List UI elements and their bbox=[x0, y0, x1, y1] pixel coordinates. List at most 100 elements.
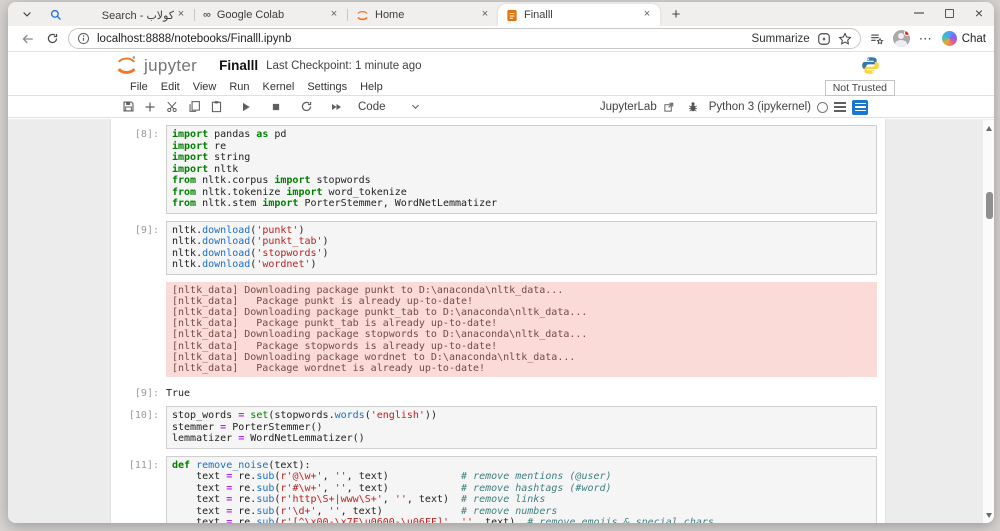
profile-avatar[interactable] bbox=[893, 30, 910, 47]
copilot-icon bbox=[942, 31, 957, 46]
cell-prompt: [10]: bbox=[111, 406, 166, 449]
tab-close-icon[interactable]: × bbox=[640, 8, 654, 22]
code-line: text = re.sub(r'#\w+', '', text) # remov… bbox=[172, 483, 871, 495]
restart-run-all-button[interactable] bbox=[326, 98, 346, 116]
copy-cell-button[interactable] bbox=[184, 98, 204, 116]
code-cell: [10]: stop_words = set(stopwords.words('e… bbox=[111, 406, 885, 449]
interrupt-kernel-button[interactable] bbox=[266, 98, 286, 116]
url-bar[interactable]: localhost:8888/notebooks/Finalll.ipynb S… bbox=[68, 28, 861, 49]
stderr-output: [nltk_data] Downloading package punkt to… bbox=[166, 282, 877, 378]
code-line: nltk.download('stopwords') bbox=[172, 248, 871, 260]
restart-kernel-button[interactable] bbox=[296, 98, 316, 116]
browser-tab-colab[interactable]: ∞ Google Colab × bbox=[195, 4, 347, 26]
tab-close-icon[interactable]: × bbox=[327, 8, 341, 22]
jupyterlab-link[interactable]: JupyterLab bbox=[600, 101, 657, 113]
code-line: nltk.download('wordnet') bbox=[172, 259, 871, 271]
refresh-icon[interactable] bbox=[40, 28, 64, 50]
copilot-chat-button[interactable]: Chat bbox=[942, 31, 986, 46]
minimize-button[interactable] bbox=[904, 2, 934, 24]
stderr-line: [nltk_data] Package punkt_tab is already… bbox=[172, 318, 871, 329]
cell-type-dropdown[interactable]: Code bbox=[358, 101, 386, 113]
browser-menu-icon[interactable]: ⋯ bbox=[919, 31, 933, 47]
scrollbar-down-icon[interactable] bbox=[983, 509, 994, 521]
browser-tab-search[interactable]: Search - كولاب × bbox=[42, 4, 194, 26]
save-button[interactable] bbox=[118, 98, 138, 116]
checkpoint-status: Last Checkpoint: 1 minute ago bbox=[266, 60, 421, 72]
virtual-scrollbar-toggle-icon[interactable] bbox=[852, 100, 868, 115]
summarize-button[interactable]: Summarize bbox=[752, 33, 810, 45]
menu-edit[interactable]: Edit bbox=[161, 81, 180, 93]
notebook-cells: [8]:import pandas as pdimport reimport s… bbox=[110, 119, 886, 523]
tab-title: Finalll bbox=[524, 9, 640, 21]
code-line: stop_words = set(stopwords.words('englis… bbox=[172, 410, 871, 422]
maximize-button[interactable] bbox=[934, 2, 964, 24]
cell-prompt: [9]: bbox=[111, 384, 166, 399]
search-icon bbox=[50, 9, 62, 21]
code-cell: [11]:def remove_noise(text): text = re.s… bbox=[111, 456, 885, 523]
tab-strip: Search - كولاب × ∞ Google Colab × Home ×… bbox=[8, 2, 994, 26]
jupyter-wordmark: jupyter bbox=[144, 56, 197, 76]
tab-title: Google Colab bbox=[217, 9, 327, 21]
notebook-title[interactable]: Finalll bbox=[219, 58, 258, 73]
url-text: localhost:8888/notebooks/Finalll.ipynb bbox=[97, 33, 752, 45]
cell-prompt: [8]: bbox=[111, 125, 166, 214]
code-cell-editor[interactable]: def remove_noise(text): text = re.sub(r'… bbox=[166, 456, 877, 523]
menu-kernel[interactable]: Kernel bbox=[263, 81, 295, 93]
output-cell: [9]:True bbox=[111, 384, 885, 399]
close-button[interactable]: × bbox=[964, 2, 994, 24]
paste-cell-button[interactable] bbox=[206, 98, 226, 116]
kernel-menu-icon[interactable] bbox=[834, 102, 846, 112]
code-cell-editor[interactable]: nltk.download('punkt')nltk.download('pun… bbox=[166, 221, 877, 275]
address-bar: localhost:8888/notebooks/Finalll.ipynb S… bbox=[8, 26, 994, 52]
code-cell-editor[interactable]: import pandas as pdimport reimport strin… bbox=[166, 125, 877, 214]
scrollbar-up-icon[interactable] bbox=[983, 122, 994, 134]
menu-file[interactable]: File bbox=[130, 81, 148, 93]
execute-result: True bbox=[166, 384, 190, 399]
trust-badge[interactable]: Not Trusted bbox=[825, 80, 895, 96]
back-icon[interactable] bbox=[16, 28, 40, 50]
browser-actions: ⋯ Chat bbox=[869, 30, 986, 47]
browser-tab-home[interactable]: Home × bbox=[348, 4, 498, 26]
menu-run[interactable]: Run bbox=[229, 81, 249, 93]
jupyter-logo-icon[interactable] bbox=[116, 55, 137, 76]
code-line: from nltk.tokenize import word_tokenize bbox=[172, 187, 871, 199]
code-cell: [9]:nltk.download('punkt')nltk.download(… bbox=[111, 221, 885, 275]
colab-icon: ∞ bbox=[203, 9, 211, 21]
code-line: text = re.sub(r'\d+', '', text) # remove… bbox=[172, 506, 871, 518]
scrollbar[interactable] bbox=[982, 120, 994, 523]
notebook-file-icon bbox=[506, 9, 518, 22]
browser-tab-finalll-active[interactable]: Finalll × bbox=[498, 4, 660, 26]
chevron-down-icon[interactable] bbox=[410, 101, 421, 112]
code-line: import nltk bbox=[172, 164, 871, 176]
tab-title: Home bbox=[375, 9, 478, 21]
site-info-icon[interactable] bbox=[77, 32, 90, 45]
stderr-cell: [nltk_data] Downloading package punkt to… bbox=[111, 282, 885, 378]
tab-search-chevron-icon[interactable] bbox=[14, 4, 40, 24]
stderr-line: [nltk_data] Package punkt is already up-… bbox=[172, 296, 871, 307]
add-cell-button[interactable] bbox=[140, 98, 160, 116]
external-link-icon[interactable] bbox=[663, 101, 675, 113]
favorite-star-icon[interactable] bbox=[838, 32, 852, 46]
copilot-summarize-icon[interactable] bbox=[817, 32, 831, 46]
new-tab-button[interactable]: + bbox=[664, 4, 688, 24]
code-cell-editor[interactable]: stop_words = set(stopwords.words('englis… bbox=[166, 406, 877, 449]
menu-help[interactable]: Help bbox=[360, 81, 383, 93]
kernel-name[interactable]: Python 3 (ipykernel) bbox=[709, 101, 811, 113]
chat-label: Chat bbox=[962, 33, 986, 45]
menu-settings[interactable]: Settings bbox=[307, 81, 347, 93]
scrollbar-thumb[interactable] bbox=[986, 192, 993, 219]
tab-close-icon[interactable]: × bbox=[174, 8, 188, 22]
menu-view[interactable]: View bbox=[193, 81, 217, 93]
cut-cell-button[interactable] bbox=[162, 98, 182, 116]
debugger-bug-icon[interactable] bbox=[687, 101, 699, 113]
collections-icon[interactable] bbox=[869, 32, 884, 46]
tab-close-icon[interactable]: × bbox=[478, 8, 492, 22]
run-cell-button[interactable] bbox=[236, 98, 256, 116]
code-line: import string bbox=[172, 152, 871, 164]
notebook-content: [8]:import pandas as pdimport reimport s… bbox=[8, 119, 994, 523]
stderr-line: [nltk_data] Package wordnet is already u… bbox=[172, 363, 871, 374]
code-line: text = re.sub(r'@\w+', '', text) # remov… bbox=[172, 471, 871, 483]
code-line: text = re.sub(r'[^\x00-\x7F\u0600-\u06FF… bbox=[172, 517, 871, 523]
menu-bar: File Edit View Run Kernel Settings Help … bbox=[8, 79, 994, 96]
code-line: nltk.download('punkt_tab') bbox=[172, 236, 871, 248]
